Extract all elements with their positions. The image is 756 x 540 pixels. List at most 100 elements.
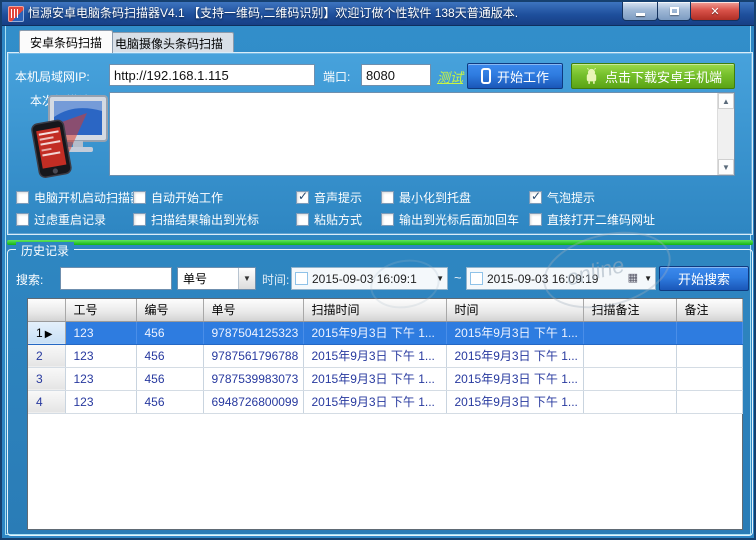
row-number[interactable]: 1▶ [28, 321, 65, 344]
search-field-select[interactable]: 单号 ▼ [177, 267, 256, 290]
table-cell[interactable] [583, 390, 676, 413]
table-cell[interactable]: 123 [65, 390, 136, 413]
table-cell[interactable]: 456 [136, 367, 203, 390]
close-button[interactable]: ✕ [690, 2, 740, 21]
table-cell[interactable]: 2015年9月3日 下午 1... [303, 390, 446, 413]
table-row[interactable]: 3 123 456 9787539983073 2015年9月3日 下午 1..… [28, 367, 742, 390]
date-checkbox-icon[interactable] [470, 272, 483, 285]
table-cell[interactable]: 9787561796788 [203, 344, 303, 367]
col-scan-time[interactable]: 扫描时间 [303, 299, 446, 321]
table-cell[interactable]: 456 [136, 344, 203, 367]
history-table-container[interactable]: 工号 编号 单号 扫描时间 时间 扫描备注 备注 1▶ 123 456 9787… [27, 298, 743, 530]
col-scan-note[interactable]: 扫描备注 [583, 299, 676, 321]
phone-computer-icon [29, 95, 109, 181]
table-cell[interactable]: 2015年9月3日 下午 1... [303, 367, 446, 390]
history-group-title: 历史记录 [16, 242, 74, 259]
checkbox-icon [16, 191, 29, 204]
table-cell[interactable]: 456 [136, 321, 203, 344]
scroll-up-icon[interactable]: ▲ [718, 93, 734, 109]
col-worker-id[interactable]: 工号 [65, 299, 136, 321]
row-cursor-icon: ▶ [45, 329, 53, 340]
option-auto-start-work[interactable]: 自动开始工作 [133, 189, 223, 206]
start-work-button[interactable]: 开始工作 [467, 63, 563, 89]
titlebar[interactable]: 恒源安卓电脑条码扫描器V4.1 【支持一维码,二维码识别】欢迎订做个性软件 13… [2, 2, 754, 26]
option-append-enter[interactable]: 输出到光标后面加回车 [381, 211, 519, 228]
chevron-down-icon: ▼ [436, 274, 444, 283]
table-row[interactable]: 4 123 456 6948726800099 2015年9月3日 下午 1..… [28, 390, 742, 413]
app-icon [8, 6, 24, 22]
chevron-down-icon: ▼ [238, 268, 255, 289]
table-cell[interactable]: 2015年9月3日 下午 1... [446, 367, 583, 390]
table-cell[interactable]: 2015年9月3日 下午 1... [446, 344, 583, 367]
table-cell[interactable] [676, 367, 742, 390]
phone-icon [481, 68, 491, 84]
table-header-row: 工号 编号 单号 扫描时间 时间 扫描备注 备注 [28, 299, 742, 321]
table-cell[interactable]: 456 [136, 390, 203, 413]
checkbox-icon [296, 213, 309, 226]
table-cell[interactable]: 2015年9月3日 下午 1... [446, 321, 583, 344]
table-cell[interactable] [676, 390, 742, 413]
port-input[interactable] [361, 64, 431, 86]
ip-input[interactable] [109, 64, 315, 86]
caption-buttons: ✕ [623, 2, 740, 21]
tab-android-scan[interactable]: 安卓条码扫描 [19, 30, 113, 53]
option-balloon-tip[interactable]: 气泡提示 [529, 189, 595, 206]
row-number[interactable]: 3 [28, 367, 65, 390]
minimize-icon [636, 13, 645, 16]
calendar-icon: ▦ [628, 273, 638, 284]
android-icon [584, 68, 599, 84]
ip-label: 本机局域网IP: [15, 68, 90, 85]
maximize-button[interactable] [657, 2, 691, 21]
table-cell[interactable]: 123 [65, 321, 136, 344]
table-cell[interactable]: 2015年9月3日 下午 1... [446, 390, 583, 413]
table-cell[interactable]: 9787504125323 [203, 321, 303, 344]
col-note[interactable]: 备注 [676, 299, 742, 321]
table-cell[interactable]: 2015年9月3日 下午 1... [303, 321, 446, 344]
option-paste-mode[interactable]: 粘贴方式 [296, 211, 362, 228]
checkbox-icon [133, 213, 146, 226]
table-row[interactable]: 2 123 456 9787561796788 2015年9月3日 下午 1..… [28, 344, 742, 367]
scan-result-textarea[interactable]: ▲ ▼ [109, 92, 735, 176]
table-row[interactable]: 1▶ 123 456 9787504125323 2015年9月3日 下午 1.… [28, 321, 742, 344]
table-cell[interactable]: 9787539983073 [203, 367, 303, 390]
date-to-picker[interactable]: 2015-09-03 16:09:19 ▦ ▼ [466, 267, 656, 290]
search-input[interactable] [60, 267, 172, 290]
table-cell[interactable] [583, 367, 676, 390]
option-sound-alert[interactable]: 音声提示 [296, 189, 362, 206]
table-cell[interactable] [676, 321, 742, 344]
search-label: 搜索: [16, 271, 43, 288]
table-cell[interactable]: 123 [65, 344, 136, 367]
col-order-no[interactable]: 单号 [203, 299, 303, 321]
checkbox-icon [529, 213, 542, 226]
table-cell[interactable] [583, 321, 676, 344]
history-table: 工号 编号 单号 扫描时间 时间 扫描备注 备注 1▶ 123 456 9787… [28, 299, 743, 414]
maximize-icon [670, 7, 679, 15]
checkbox-icon [529, 191, 542, 204]
option-filter-restart-log[interactable]: 过虑重启记录 [16, 211, 106, 228]
table-cell[interactable] [676, 344, 742, 367]
option-autostart-on-boot[interactable]: 电脑开机启动扫描器 [16, 189, 142, 206]
col-code[interactable]: 编号 [136, 299, 203, 321]
checkbox-icon [381, 191, 394, 204]
tab-camera-scan[interactable]: 电脑摄像头条码扫描 [104, 32, 234, 53]
col-time[interactable]: 时间 [446, 299, 583, 321]
table-cell[interactable]: 6948726800099 [203, 390, 303, 413]
table-cell[interactable]: 123 [65, 367, 136, 390]
option-open-qr-url[interactable]: 直接打开二维码网址 [529, 211, 655, 228]
checkbox-icon [296, 191, 309, 204]
table-cell[interactable] [583, 344, 676, 367]
result-scrollbar[interactable]: ▲ ▼ [717, 93, 734, 175]
date-from-picker[interactable]: 2015-09-03 16:09:1 ▼ [291, 267, 448, 290]
scroll-down-icon[interactable]: ▼ [718, 159, 734, 175]
option-minimize-to-tray[interactable]: 最小化到托盘 [381, 189, 471, 206]
minimize-button[interactable] [622, 2, 658, 21]
start-search-button[interactable]: 开始搜索 [659, 266, 749, 291]
col-rownum[interactable] [28, 299, 65, 321]
row-number[interactable]: 2 [28, 344, 65, 367]
download-android-button[interactable]: 点击下载安卓手机端 [571, 63, 735, 89]
table-cell[interactable]: 2015年9月3日 下午 1... [303, 344, 446, 367]
option-output-to-cursor[interactable]: 扫描结果输出到光标 [133, 211, 259, 228]
test-link[interactable]: 测试 [437, 67, 463, 86]
date-checkbox-icon[interactable] [295, 272, 308, 285]
row-number[interactable]: 4 [28, 390, 65, 413]
